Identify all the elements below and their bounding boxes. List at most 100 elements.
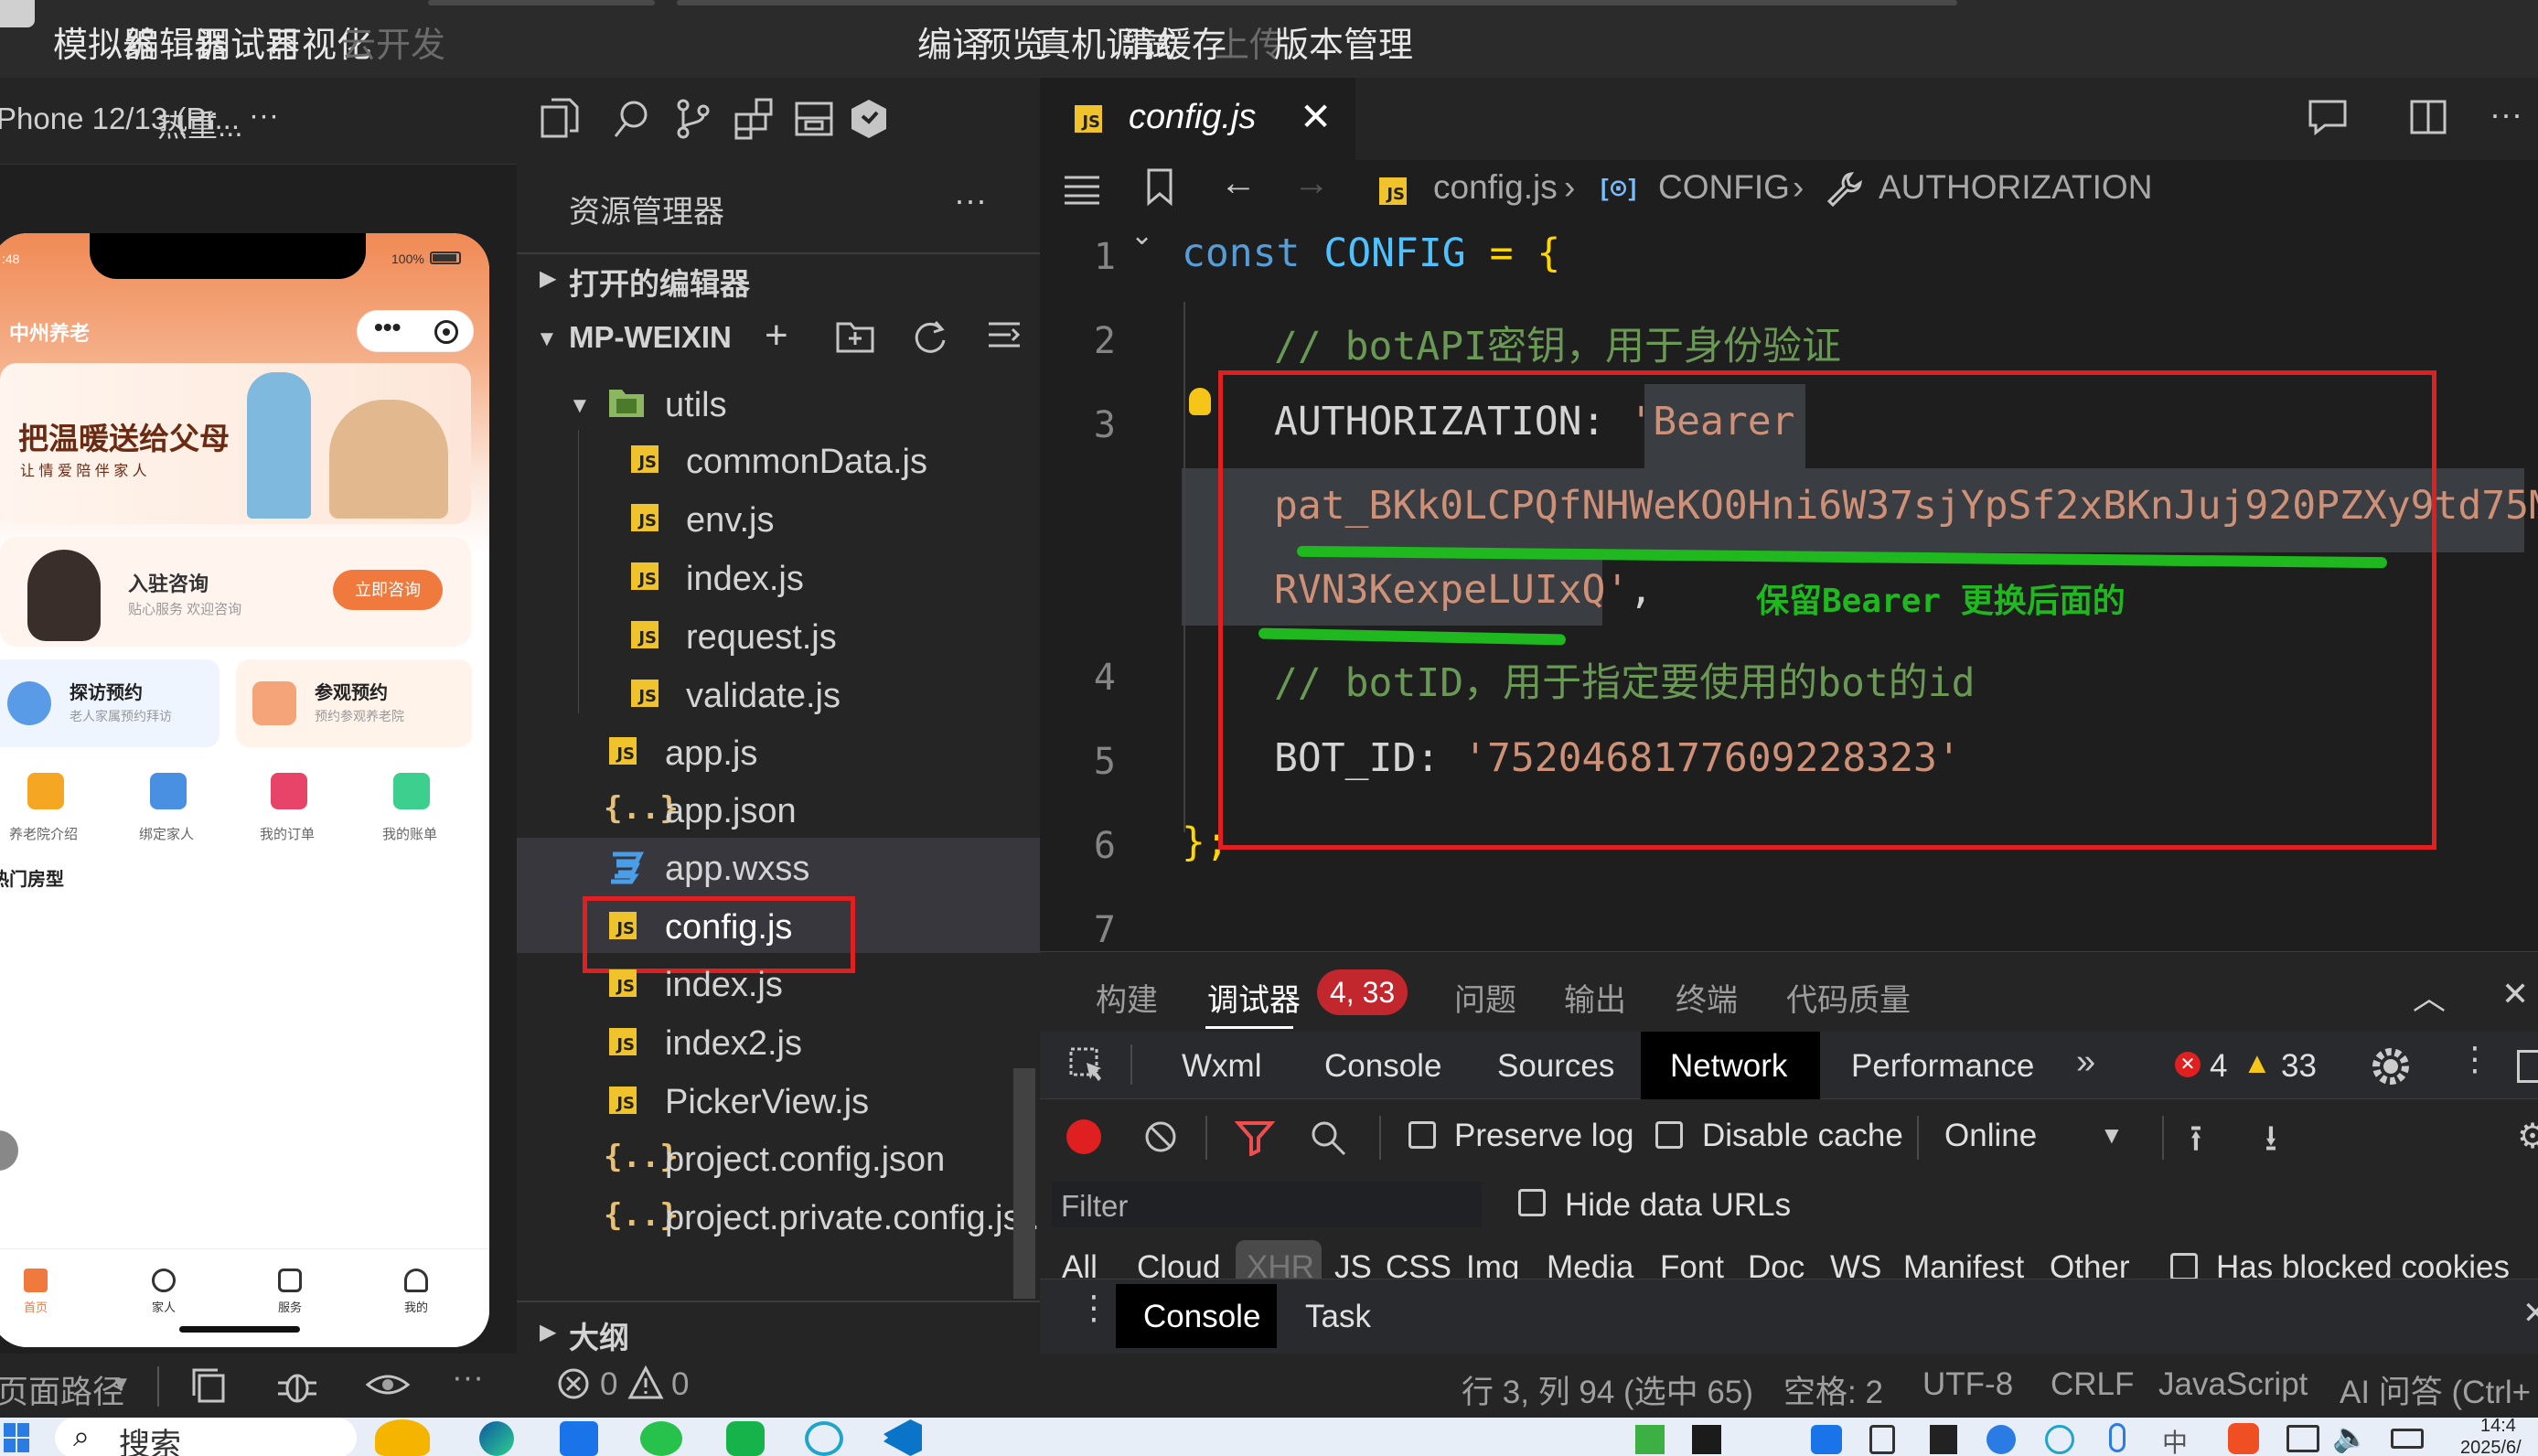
preserve-log-checkbox[interactable]: [1408, 1121, 1436, 1149]
tab-output[interactable]: 输出: [1564, 975, 1626, 1020]
hot-reload-toggle[interactable]: 热重...: [157, 102, 243, 145]
tab-family-label[interactable]: 家人: [152, 1298, 176, 1315]
clock-time[interactable]: 14:4: [2480, 1416, 2516, 1437]
my-bills-icon[interactable]: [393, 773, 430, 809]
comment-icon[interactable]: [2305, 96, 2351, 138]
input-method-icon[interactable]: 中: [2162, 1423, 2188, 1456]
explorer-scrollbar[interactable]: [1013, 1068, 1035, 1299]
fold-chevron-icon[interactable]: ⌄: [1130, 219, 1153, 252]
language-mode[interactable]: JavaScript: [2158, 1366, 2308, 1403]
tab-debugger[interactable]: 调试器: [1207, 975, 1301, 1020]
dock-icon[interactable]: [2517, 1050, 2538, 1083]
tab-service-label[interactable]: 服务: [278, 1298, 302, 1315]
chevron-right-icon[interactable]: ▶: [540, 265, 556, 292]
chevron-down-icon[interactable]: ▼: [536, 327, 558, 352]
tab-problems[interactable]: 问题: [1454, 975, 1516, 1020]
file-env[interactable]: env.js: [686, 501, 774, 541]
nursing-home-icon[interactable]: [27, 773, 64, 809]
drawer-tab-task[interactable]: Task: [1305, 1299, 1371, 1335]
split-editor-icon[interactable]: [2407, 96, 2449, 138]
tray-icon[interactable]: [1811, 1425, 1842, 1454]
family-tab-icon[interactable]: [152, 1269, 176, 1292]
tab-code-quality[interactable]: 代码质量: [1786, 975, 1911, 1020]
cursor-position[interactable]: 行 3, 列 94 (选中 65): [1462, 1366, 1753, 1413]
file-index2-js[interactable]: index2.js: [665, 1024, 802, 1064]
clear-icon[interactable]: [1141, 1118, 1180, 1156]
new-folder-icon[interactable]: [834, 316, 876, 355]
capsule-menu[interactable]: •••: [357, 310, 474, 352]
file-app-json[interactable]: app.json: [665, 792, 797, 831]
tray-icon[interactable]: [1635, 1425, 1665, 1454]
file-index-js[interactable]: index.js: [665, 966, 783, 1005]
more-icon[interactable]: ···: [452, 1359, 484, 1396]
devtools-tab-sources[interactable]: Sources: [1497, 1048, 1614, 1085]
throttle-select[interactable]: Online: [1944, 1118, 2037, 1154]
network-settings-icon[interactable]: ⚙: [2517, 1116, 2538, 1157]
chevron-up-icon[interactable]: ︿: [2413, 971, 2446, 1019]
close-panel-icon[interactable]: ✕: [2501, 975, 2529, 1013]
me-tab-icon[interactable]: [404, 1269, 428, 1292]
breadcrumb-config[interactable]: CONFIG: [1658, 168, 1790, 207]
page-path[interactable]: 页面路径: [0, 1366, 124, 1413]
close-icon[interactable]: ✕: [1300, 94, 1332, 139]
clear-cache-button[interactable]: 清缓存: [1122, 16, 1226, 67]
filter-icon[interactable]: [1235, 1119, 1275, 1156]
capsule-close-icon[interactable]: [434, 320, 458, 344]
tab-build[interactable]: 构建: [1096, 975, 1158, 1020]
type-js[interactable]: JS: [1334, 1249, 1372, 1279]
app-icon[interactable]: [560, 1421, 598, 1456]
tray-icon[interactable]: [2045, 1425, 2074, 1454]
microphone-icon[interactable]: [2109, 1423, 2126, 1452]
hide-data-urls-checkbox[interactable]: [1518, 1189, 1546, 1216]
tab-me-label[interactable]: 我的: [404, 1298, 428, 1315]
indentation[interactable]: 空格: 2: [1783, 1366, 1883, 1413]
close-drawer-icon[interactable]: ✕: [2522, 1295, 2538, 1332]
consult-button[interactable]: 立即咨询: [333, 570, 443, 610]
forward-arrow-icon[interactable]: →: [1293, 163, 1330, 204]
more-icon[interactable]: ···: [2490, 95, 2522, 134]
bind-family-icon[interactable]: [150, 773, 187, 809]
visit-card[interactable]: 探访预约 老人家属预约拜访: [0, 659, 220, 747]
error-status-icon[interactable]: [556, 1366, 591, 1401]
inspect-icon[interactable]: [1066, 1044, 1108, 1087]
devtools-tab-wxml[interactable]: Wxml: [1182, 1048, 1261, 1085]
settings-gear-icon[interactable]: [2371, 1046, 2411, 1087]
volume-icon[interactable]: 🔈: [2332, 1419, 2369, 1454]
type-doc[interactable]: Doc: [1748, 1249, 1804, 1279]
version-button[interactable]: 版本管理: [1274, 16, 1413, 67]
tray-icon[interactable]: [2228, 1423, 2259, 1454]
chevron-down-icon[interactable]: ▼: [569, 393, 591, 419]
type-all[interactable]: All: [1062, 1249, 1098, 1279]
copy-page-icon[interactable]: [190, 1365, 230, 1405]
battery-icon[interactable]: [2391, 1429, 2424, 1449]
warning-status-icon[interactable]: [627, 1365, 664, 1401]
filter-input[interactable]: Filter: [1052, 1182, 1482, 1227]
taskbar-search[interactable]: ⌕ 搜索: [55, 1418, 357, 1456]
file-encoding[interactable]: UTF-8: [1922, 1366, 2013, 1403]
files-icon[interactable]: [537, 96, 583, 142]
bookmark-icon[interactable]: [1143, 166, 1176, 209]
chevron-down-icon[interactable]: ▼: [110, 1372, 132, 1397]
file-request[interactable]: request.js: [686, 618, 837, 658]
file-commondata[interactable]: commonData.js: [686, 443, 927, 482]
type-manifest[interactable]: Manifest: [1903, 1249, 2024, 1279]
tray-icon[interactable]: [1869, 1425, 1895, 1454]
eye-icon[interactable]: [364, 1366, 412, 1403]
open-editors-section[interactable]: 打开的编辑器: [569, 260, 750, 304]
list-icon[interactable]: [1061, 170, 1103, 207]
type-media[interactable]: Media: [1547, 1249, 1633, 1279]
tab-home-label[interactable]: 首页: [24, 1298, 48, 1315]
lightbulb-icon[interactable]: [1189, 388, 1211, 415]
home-tab-icon[interactable]: [24, 1269, 48, 1292]
tour-card[interactable]: 参观预约 预约参观养老院: [236, 659, 472, 747]
storage-icon[interactable]: [791, 96, 837, 142]
chevron-down-icon[interactable]: ▼: [2100, 1121, 2124, 1150]
type-xhr[interactable]: XHR: [1247, 1249, 1314, 1279]
search-icon[interactable]: [608, 96, 654, 142]
tab-terminal[interactable]: 终端: [1676, 975, 1738, 1020]
display-icon[interactable]: [2286, 1425, 2319, 1452]
folder-utils[interactable]: utils: [665, 386, 727, 425]
service-tab-icon[interactable]: [278, 1269, 302, 1292]
file-app-wxss[interactable]: app.wxss: [665, 850, 809, 889]
wechat-devtools-icon[interactable]: [726, 1421, 765, 1456]
